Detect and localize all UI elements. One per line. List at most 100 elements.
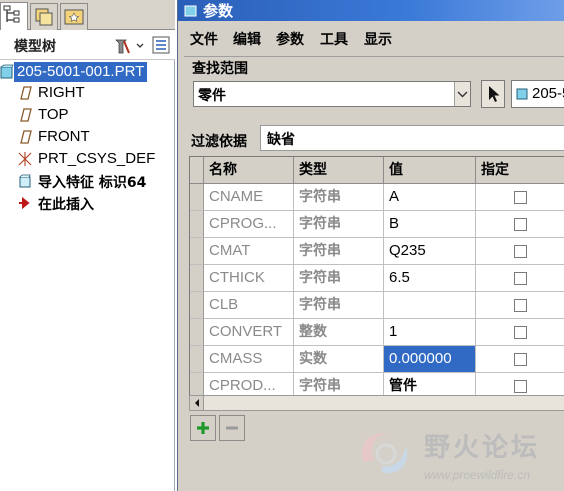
param-type-cell[interactable]: 整数 bbox=[294, 319, 384, 346]
designate-checkbox[interactable] bbox=[514, 191, 527, 204]
menu-tools[interactable]: 工具 bbox=[320, 29, 348, 49]
designate-checkbox[interactable] bbox=[514, 245, 527, 258]
datum-plane-icon bbox=[17, 107, 33, 123]
tab-layers[interactable] bbox=[30, 3, 58, 30]
tree-item-import-feature[interactable]: 导入特征 标识64 bbox=[0, 170, 175, 192]
param-type-cell[interactable]: 字符串 bbox=[294, 292, 384, 319]
dialog-app-icon bbox=[183, 3, 198, 22]
tree-item-top[interactable]: TOP bbox=[0, 104, 175, 126]
tree-item-front[interactable]: FRONT bbox=[0, 126, 175, 148]
import-feature-icon bbox=[17, 173, 33, 189]
designate-checkbox[interactable] bbox=[514, 218, 527, 231]
insert-here-arrow-icon bbox=[17, 195, 33, 211]
tree-columns-button[interactable] bbox=[152, 36, 170, 54]
param-designate-cell bbox=[476, 346, 564, 373]
forum-watermark: 野火论坛 www.proewildfire.cn bbox=[352, 420, 564, 491]
datum-plane-icon bbox=[17, 85, 33, 101]
coordinate-system-icon bbox=[17, 151, 33, 167]
pointer-arrow-icon bbox=[489, 86, 500, 102]
column-header-value[interactable]: 值 bbox=[384, 157, 476, 184]
param-name-cell[interactable]: CLB bbox=[204, 292, 294, 319]
param-value-cell[interactable]: 1 bbox=[384, 319, 476, 346]
row-header[interactable] bbox=[190, 346, 204, 373]
designate-checkbox[interactable] bbox=[514, 299, 527, 312]
watermark-logo-icon bbox=[361, 433, 408, 474]
add-parameter-button[interactable] bbox=[190, 415, 216, 441]
filter-field[interactable]: 缺省 bbox=[260, 125, 564, 151]
dialog-title: 参数 bbox=[203, 2, 234, 20]
menu-parameters[interactable]: 参数 bbox=[276, 29, 304, 49]
param-value-cell[interactable] bbox=[384, 292, 476, 319]
menu-display[interactable]: 显示 bbox=[364, 29, 392, 49]
table-row[interactable]: CNAME 字符串 A bbox=[190, 184, 564, 211]
favorites-tab-icon bbox=[64, 9, 84, 25]
row-header[interactable] bbox=[190, 184, 204, 211]
tree-settings-button[interactable] bbox=[113, 36, 147, 56]
tree-item-right[interactable]: RIGHT bbox=[0, 82, 175, 104]
model-tree-pane: 模型树 205-5001-001.PRT RIGHT TOP FRONT PRT… bbox=[0, 0, 175, 491]
scroll-left-button[interactable] bbox=[190, 396, 204, 410]
designate-checkbox[interactable] bbox=[514, 353, 527, 366]
table-row[interactable]: CLB 字符串 bbox=[190, 292, 564, 319]
table-row[interactable]: CONVERT 整数 1 bbox=[190, 319, 564, 346]
menu-file[interactable]: 文件 bbox=[190, 29, 218, 49]
tab-model-tree[interactable] bbox=[0, 2, 28, 30]
param-value-cell[interactable]: B bbox=[384, 211, 476, 238]
column-header-name[interactable]: 名称 bbox=[204, 157, 294, 184]
tab-favorites[interactable] bbox=[60, 3, 88, 30]
table-row[interactable]: CMASS 实数 0.000000 bbox=[190, 346, 564, 373]
row-header[interactable] bbox=[190, 265, 204, 292]
param-type-cell[interactable]: 实数 bbox=[294, 346, 384, 373]
pane-tab-strip bbox=[0, 0, 175, 30]
param-type-cell[interactable]: 字符串 bbox=[294, 265, 384, 292]
table-row[interactable]: CTHICK 字符串 6.5 bbox=[190, 265, 564, 292]
row-header[interactable] bbox=[190, 292, 204, 319]
dialog-titlebar[interactable]: 参数 bbox=[178, 0, 564, 21]
param-name-cell[interactable]: CONVERT bbox=[204, 319, 294, 346]
dropdown-arrow-button[interactable] bbox=[454, 82, 470, 106]
designate-checkbox[interactable] bbox=[514, 272, 527, 285]
param-value-cell-selected[interactable]: 0.000000 bbox=[384, 346, 476, 373]
scope-target-field[interactable]: 205-5 bbox=[511, 80, 564, 108]
parameters-dialog: 参数 文件 编辑 参数 工具 显示 查找范围 零件 205-5 过滤依据 缺省 bbox=[177, 0, 564, 491]
param-type-cell[interactable]: 字符串 bbox=[294, 211, 384, 238]
scope-dropdown-value: 零件 bbox=[198, 88, 226, 104]
select-pointer-button[interactable] bbox=[481, 80, 505, 108]
row-header-corner bbox=[190, 157, 204, 184]
designate-checkbox[interactable] bbox=[514, 380, 527, 393]
row-header[interactable] bbox=[190, 211, 204, 238]
param-value-cell[interactable]: A bbox=[384, 184, 476, 211]
horizontal-scrollbar[interactable] bbox=[189, 395, 564, 411]
param-designate-cell bbox=[476, 265, 564, 292]
scope-dropdown[interactable]: 零件 bbox=[193, 81, 471, 107]
param-value-cell[interactable]: Q235 bbox=[384, 238, 476, 265]
param-name-cell[interactable]: CNAME bbox=[204, 184, 294, 211]
column-header-designate[interactable]: 指定 bbox=[476, 157, 564, 184]
table-row[interactable]: CPROG... 字符串 B bbox=[190, 211, 564, 238]
param-name-cell[interactable]: CMAT bbox=[204, 238, 294, 265]
tree-root-label: 205-5001-001.PRT bbox=[14, 62, 148, 82]
designate-checkbox[interactable] bbox=[514, 326, 527, 339]
tree-root-part[interactable]: 205-5001-001.PRT bbox=[0, 61, 175, 83]
row-header[interactable] bbox=[190, 238, 204, 265]
tree-item-csys[interactable]: PRT_CSYS_DEF bbox=[0, 148, 175, 170]
param-name-cell[interactable]: CMASS bbox=[204, 346, 294, 373]
datum-plane-icon bbox=[17, 129, 33, 145]
scope-target-value: 205-5 bbox=[532, 85, 564, 102]
param-type-cell[interactable]: 字符串 bbox=[294, 184, 384, 211]
param-value-cell[interactable]: 6.5 bbox=[384, 265, 476, 292]
param-name-cell[interactable]: CPROG... bbox=[204, 211, 294, 238]
menu-edit[interactable]: 编辑 bbox=[233, 29, 261, 49]
tree-item-insert-here[interactable]: 在此插入 bbox=[0, 192, 175, 214]
param-name-cell[interactable]: CTHICK bbox=[204, 265, 294, 292]
param-type-cell[interactable]: 字符串 bbox=[294, 238, 384, 265]
param-designate-cell bbox=[476, 319, 564, 346]
column-header-type[interactable]: 类型 bbox=[294, 157, 384, 184]
filter-value: 缺省 bbox=[267, 132, 295, 148]
remove-parameter-button[interactable] bbox=[219, 415, 245, 441]
layers-tab-icon bbox=[35, 8, 53, 26]
table-row[interactable]: CMAT 字符串 Q235 bbox=[190, 238, 564, 265]
watermark-name: 野火论坛 bbox=[424, 433, 541, 463]
row-header[interactable] bbox=[190, 319, 204, 346]
tree-item-label: RIGHT bbox=[38, 84, 85, 101]
